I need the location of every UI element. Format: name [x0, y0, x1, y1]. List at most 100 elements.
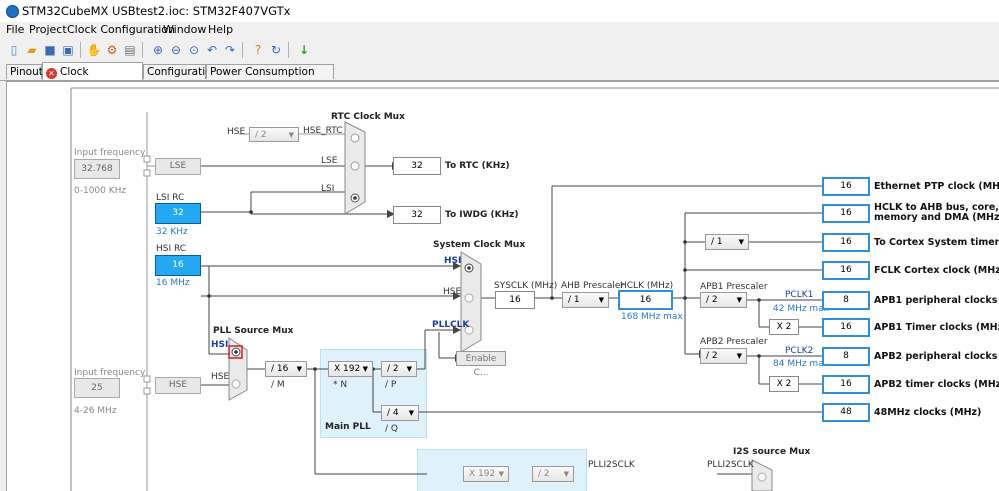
pll-n-multiplier[interactable]: X 192 ▼ [328, 361, 373, 377]
apb2-peripheral-clocks-value[interactable]: 8 [822, 347, 870, 366]
toolbar-separator [142, 42, 143, 58]
tab-pinout[interactable]: Pinout [6, 64, 43, 79]
apb2-peripheral-clocks-label: APB2 peripheral clocks (MHz) [874, 351, 999, 362]
menu-help[interactable]: Help [208, 23, 233, 36]
plli2sclk-mux-label: PLLI2SCLK [707, 460, 754, 470]
apb1-peripheral-clocks-value[interactable]: 8 [822, 291, 870, 310]
menu-window[interactable]: Window [163, 23, 206, 36]
menu-file[interactable]: File [6, 23, 24, 36]
tab-power-consumption-calculator[interactable]: Power Consumption Calculator [206, 64, 334, 93]
to-iwdg-label: To IWDG (KHz) [445, 210, 519, 220]
close-icon[interactable]: ✕ [46, 68, 57, 79]
apb1-timer-clocks-value[interactable]: 16 [822, 318, 870, 337]
new-file-icon[interactable]: ▯ [6, 42, 22, 58]
sys-mux-pllclk-label: PLLCLK [432, 320, 470, 330]
plli2s-r-divider[interactable]: / 2 ▼ [532, 466, 574, 482]
chevron-down-icon: ▼ [498, 470, 504, 478]
apb2-timer-clocks-label: APB2 timer clocks (MHz) [874, 379, 999, 390]
pll-p-label: / P [385, 380, 397, 390]
title-bar: STM32CubeMX USBtest2.ioc: STM32F407VGTx [0, 0, 999, 23]
chevron-down-icon: ▼ [598, 296, 604, 304]
apb2-prescaler[interactable]: / 2 ▼ [700, 348, 747, 364]
rtc-lsi-label: LSI [321, 184, 335, 194]
check-for-updates-icon[interactable]: ↻ [268, 42, 284, 58]
chevron-down-icon: ▼ [738, 238, 744, 246]
lsi-rc-value: 32 [155, 203, 201, 224]
save-icon[interactable]: ■ [42, 42, 58, 58]
rtc-clock-value: 32 [393, 157, 441, 175]
hsi-frequency: 16 MHz [156, 278, 190, 288]
plli2s-n-multiplier[interactable]: X 192 ▼ [463, 466, 509, 482]
pclk2-label: PCLK2 [785, 346, 814, 356]
pll-mux-hse-label: HSE [211, 372, 230, 382]
pll-mux-hsi-label: HSI [211, 340, 229, 350]
lse-input-frequency-label: Input frequency [74, 148, 146, 158]
rtc-lse-label: LSE [321, 156, 338, 166]
hclk-ahb-label-line2: memory and DMA (MHz) [874, 212, 999, 223]
ahb-prescaler[interactable]: / 1 ▼ [562, 292, 609, 308]
hse-rtc-divider[interactable]: / 2 ▼ [249, 127, 299, 142]
undo-icon[interactable]: ↶ [204, 42, 220, 58]
pll-q-divider[interactable]: / 4 ▼ [381, 405, 419, 421]
open-folder-icon[interactable]: ▰ [24, 42, 40, 58]
hclk-ahb-value[interactable]: 16 [822, 204, 870, 223]
rtc-hse-label: HSE [227, 127, 246, 137]
enable-css-button[interactable]: Enable C... [456, 351, 506, 378]
window-title: STM32CubeMX USBtest2.ioc: STM32F407VGTx [22, 4, 291, 18]
sys-mux-hsi-label: HSI [444, 256, 462, 266]
chevron-down-icon: ▼ [406, 365, 412, 373]
cortex-timer-divider[interactable]: / 1 ▼ [705, 234, 749, 250]
apb1-timer-multiplier: X 2 [769, 319, 799, 335]
pll-p-divider[interactable]: / 2 ▼ [381, 361, 417, 377]
menu-project[interactable]: Project [29, 23, 67, 36]
pclk1-label: PCLK1 [785, 290, 814, 300]
generate-report-icon[interactable]: ⚙ [104, 42, 120, 58]
redo-icon[interactable]: ↷ [222, 42, 238, 58]
48mhz-clocks-value[interactable]: 48 [822, 403, 870, 422]
sys-mux-hse-label: HSE [443, 287, 462, 297]
apb1-timer-clocks-label: APB1 Timer clocks (MHz) [874, 322, 999, 333]
apb1-prescaler-value: / 2 [706, 295, 718, 305]
app-icon [6, 5, 19, 18]
help-icon[interactable]: ? [250, 42, 266, 58]
download-icon[interactable]: ↓ [296, 42, 312, 58]
pll-m-divider-value: / 16 [271, 364, 289, 374]
chevron-down-icon: ▼ [408, 409, 414, 417]
save-as-icon[interactable]: ▣ [60, 42, 76, 58]
tab-configuration[interactable]: Configuration [143, 64, 218, 79]
hclk-value[interactable]: 16 [618, 290, 673, 310]
pll-q-divider-value: / 4 [387, 408, 399, 418]
toolbar: ▯ ▰ ■ ▣ ✋ ⚙ ▤ ⊕ ⊖ ⊙ ↶ ↷ ? ↻ ↓ [0, 38, 999, 63]
import-icon[interactable]: ▤ [122, 42, 138, 58]
sysclk-label: SYSCLK (MHz) [494, 281, 558, 291]
lsi-frequency: 32 KHz [156, 227, 188, 237]
pll-source-mux-title: PLL Source Mux [213, 326, 294, 336]
chevron-down-icon: ▼ [736, 352, 742, 360]
hse-input-frequency[interactable]: 25 [74, 378, 120, 398]
48mhz-clocks-label: 48MHz clocks (MHz) [874, 407, 982, 418]
menu-clock-configuration[interactable]: Clock Configuration [67, 23, 175, 36]
zoom-fit-icon[interactable]: ⊙ [186, 42, 202, 58]
chevron-down-icon: ▼ [563, 470, 569, 478]
hse-rtc-divider-value: / 2 [255, 130, 267, 140]
system-clock-mux-title: System Clock Mux [433, 240, 526, 250]
zoom-out-icon[interactable]: ⊖ [168, 42, 184, 58]
lse-input-frequency[interactable]: 32.768 [74, 159, 120, 179]
tab-clock-configuration[interactable]: ✕Clock Configuration [42, 62, 143, 96]
ahb-prescaler-label: AHB Prescaler [561, 281, 625, 291]
sysclk-value[interactable]: 16 [495, 291, 535, 309]
generate-icon[interactable]: ✋ [86, 42, 102, 58]
apb1-prescaler[interactable]: / 2 ▼ [700, 292, 747, 308]
ahb-prescaler-value: / 1 [568, 295, 580, 305]
hclk-max: 168 MHz max [621, 312, 683, 322]
apb1-prescaler-label: APB1 Prescaler [700, 282, 768, 292]
fclk-cortex-value[interactable]: 16 [822, 261, 870, 280]
ethernet-ptp-clock-value[interactable]: 16 [822, 177, 870, 196]
pll-m-divider[interactable]: / 16 ▼ [265, 361, 307, 377]
apb1-peripheral-clocks-label: APB1 peripheral clocks (MHz) [874, 295, 999, 306]
zoom-in-icon[interactable]: ⊕ [150, 42, 166, 58]
apb2-timer-clocks-value[interactable]: 16 [822, 375, 870, 394]
cortex-system-timer-label: To Cortex System timer (MHz) [874, 237, 999, 248]
cortex-system-timer-value[interactable]: 16 [822, 233, 870, 252]
pll-n-label: * N [333, 380, 348, 390]
